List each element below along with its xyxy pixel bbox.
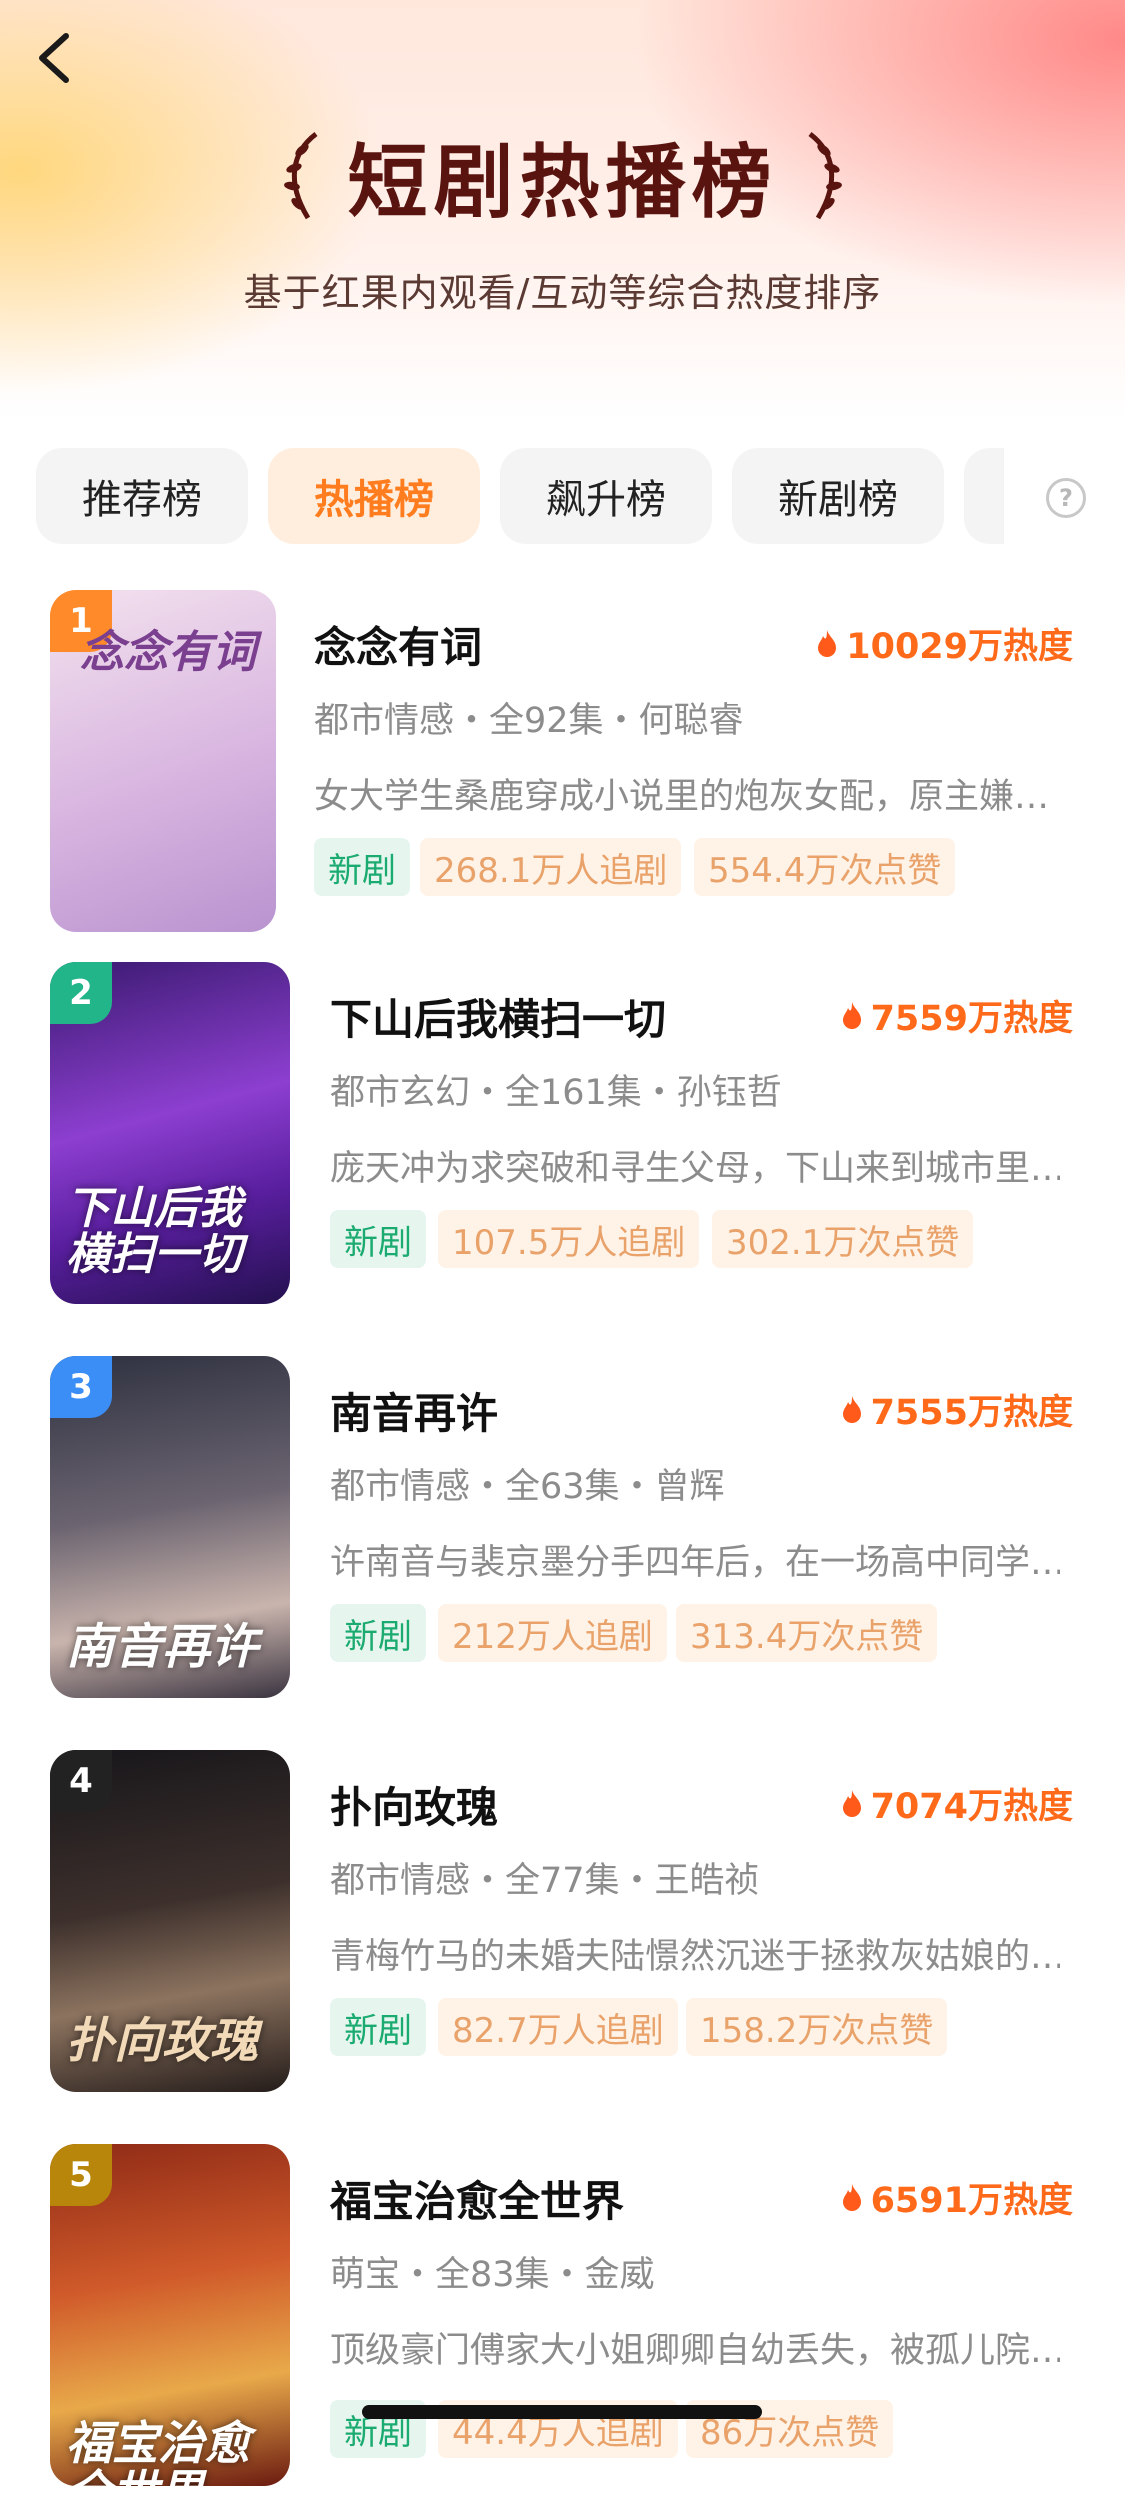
title-area: 短剧热播榜 bbox=[0, 118, 1125, 234]
drama-meta: 萌宝・全83集・金威 bbox=[330, 2255, 655, 2295]
page-subtitle: 基于红果内观看/互动等综合热度排序 bbox=[243, 271, 882, 315]
poster-title: 南音再许 bbox=[66, 1618, 259, 1675]
heat-text: 6591万热度 bbox=[870, 2181, 1073, 2221]
drama-title[interactable]: 福宝治愈全世界 bbox=[330, 2168, 624, 2229]
drama-description: 青梅竹马的未婚夫陆憬然沉迷于拯救灰姑娘的… bbox=[330, 1937, 1060, 1977]
poster-image[interactable]: 4 扑向玫瑰 bbox=[50, 1750, 290, 2092]
drama-meta: 都市情感・全63集・曾辉 bbox=[330, 1467, 725, 1507]
list-item[interactable]: 2 下山后我 横扫一切 下山后我横扫一切 7559万热度 都市玄幻・全161集・… bbox=[0, 962, 1125, 1322]
followers-count: 212万人追剧 bbox=[438, 1604, 667, 1662]
drama-description: 庞天冲为求突破和寻生父母，下山来到城市里… bbox=[330, 1149, 1060, 1189]
poster-title: 扑向玫瑰 bbox=[66, 2012, 259, 2069]
new-badge: 新剧 bbox=[330, 1210, 426, 1268]
poster-image[interactable]: 2 下山后我 横扫一切 bbox=[50, 962, 290, 1304]
likes-count: 302.1万次点赞 bbox=[712, 1210, 974, 1268]
poster-title: 下山后我 横扫一切 bbox=[66, 1182, 242, 1280]
heat-score: 7559万热度 bbox=[839, 990, 1073, 1041]
tab-recommend[interactable]: 推荐榜 bbox=[36, 448, 248, 544]
fire-icon bbox=[842, 1395, 861, 1423]
fire-icon bbox=[818, 629, 837, 657]
poster-image[interactable]: 1 念念有词 bbox=[50, 590, 276, 932]
followers-count: 82.7万人追剧 bbox=[438, 1998, 678, 2056]
list-item[interactable]: 1 念念有词 念念有词 10029万热度 都市情感・全92集・何聪睿 女大学生桑… bbox=[0, 590, 1125, 950]
new-badge: 新剧 bbox=[314, 838, 410, 896]
followers-count: 268.1万人追剧 bbox=[420, 838, 682, 896]
ranking-tabs: 推荐榜 热播榜 飙升榜 新剧榜 bbox=[36, 448, 1125, 544]
page-title-row: 短剧热播榜 bbox=[278, 118, 848, 234]
drama-title[interactable]: 南音再许 bbox=[330, 1380, 498, 1441]
home-indicator[interactable] bbox=[362, 2405, 762, 2419]
drama-description: 女大学生桑鹿穿成小说里的炮灰女配，原主嫌… bbox=[314, 777, 1050, 817]
followers-count: 107.5万人追剧 bbox=[438, 1210, 700, 1268]
poster-title: 念念有词 bbox=[80, 627, 256, 678]
drama-description: 许南音与裴京墨分手四年后，在一场高中同学… bbox=[330, 1543, 1060, 1583]
new-badge: 新剧 bbox=[330, 1604, 426, 1662]
drama-title[interactable]: 扑向玫瑰 bbox=[330, 1774, 498, 1835]
tab-hot[interactable]: 热播榜 bbox=[268, 448, 480, 544]
drama-description: 顶级豪门傅家大小姐卿卿自幼丢失，被孤儿院… bbox=[330, 2331, 1060, 2371]
fire-icon bbox=[842, 1789, 861, 1817]
tab-rising[interactable]: 飙升榜 bbox=[500, 448, 712, 544]
fire-icon bbox=[842, 1001, 861, 1029]
drama-title[interactable]: 下山后我横扫一切 bbox=[330, 986, 666, 1047]
likes-count: 554.4万次点赞 bbox=[694, 838, 956, 896]
poster-image[interactable]: 3 南音再许 bbox=[50, 1356, 290, 1698]
drama-meta: 都市情感・全92集・何聪睿 bbox=[314, 701, 744, 741]
laurel-right-icon bbox=[807, 132, 842, 220]
drama-meta: 都市情感・全77集・王皓祯 bbox=[330, 1861, 760, 1901]
new-badge: 新剧 bbox=[330, 1998, 426, 2056]
drama-meta: 都市玄幻・全161集・孙钰哲 bbox=[330, 1073, 782, 1113]
list-item[interactable]: 4 扑向玫瑰 扑向玫瑰 7074万热度 都市情感・全77集・王皓祯 青梅竹马的未… bbox=[0, 1750, 1125, 2110]
rank-badge: 4 bbox=[50, 1750, 112, 1812]
tab-new[interactable]: 新剧榜 bbox=[732, 448, 944, 544]
heat-text: 7559万热度 bbox=[870, 999, 1073, 1039]
poster-image[interactable]: 5 福宝治愈 全世界 bbox=[50, 2144, 290, 2486]
page-title: 短剧热播榜 bbox=[347, 136, 778, 229]
back-arrow-icon[interactable] bbox=[28, 28, 88, 88]
tab-partial[interactable] bbox=[964, 448, 1004, 544]
laurel-left-icon bbox=[283, 132, 318, 220]
rank-badge: 2 bbox=[50, 962, 112, 1024]
heat-score: 7555万热度 bbox=[839, 1384, 1073, 1435]
likes-count: 158.2万次点赞 bbox=[686, 1998, 948, 2056]
heat-text: 7555万热度 bbox=[870, 1393, 1073, 1433]
drama-title[interactable]: 念念有词 bbox=[314, 614, 482, 675]
heat-score: 7074万热度 bbox=[839, 1778, 1073, 1829]
rank-badge: 3 bbox=[50, 1356, 112, 1418]
heat-score: 10029万热度 bbox=[814, 618, 1073, 669]
heat-text: 7074万热度 bbox=[870, 1787, 1073, 1827]
poster-title: 福宝治愈 全世界 bbox=[66, 2416, 250, 2486]
heat-score: 6591万热度 bbox=[839, 2172, 1073, 2223]
heat-text: 10029万热度 bbox=[846, 627, 1073, 667]
fire-icon bbox=[842, 2183, 861, 2211]
help-icon[interactable]: ? bbox=[1046, 478, 1086, 518]
likes-count: 313.4万次点赞 bbox=[676, 1604, 938, 1662]
rank-badge: 5 bbox=[50, 2144, 112, 2206]
list-item[interactable]: 5 福宝治愈 全世界 福宝治愈全世界 6591万热度 萌宝・全83集・金威 顶级… bbox=[0, 2144, 1125, 2504]
list-item[interactable]: 3 南音再许 南音再许 7555万热度 都市情感・全63集・曾辉 许南音与裴京墨… bbox=[0, 1356, 1125, 1716]
